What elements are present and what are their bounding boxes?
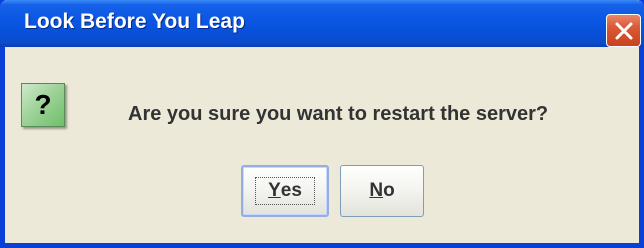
- question-icon: ?: [21, 83, 65, 127]
- yes-mnemonic: Y: [268, 180, 281, 201]
- close-icon: [615, 22, 632, 39]
- no-mnemonic: N: [369, 180, 384, 201]
- dialog-window: Look Before You Leap ? Are you sure you …: [0, 0, 644, 248]
- no-button[interactable]: No: [340, 165, 424, 217]
- dialog-body: ? Are you sure you want to restart the s…: [5, 47, 639, 243]
- message-text: Are you sure you want to restart the ser…: [128, 103, 549, 125]
- no-label: o: [383, 180, 395, 201]
- yes-button[interactable]: Yes: [241, 165, 329, 217]
- close-button[interactable]: [606, 14, 641, 47]
- title-bar[interactable]: Look Before You Leap: [0, 0, 644, 47]
- question-icon-glyph: ?: [34, 89, 52, 120]
- focus-ring: Yes: [255, 177, 315, 205]
- window-title: Look Before You Leap: [24, 10, 245, 33]
- yes-label: es: [280, 180, 302, 201]
